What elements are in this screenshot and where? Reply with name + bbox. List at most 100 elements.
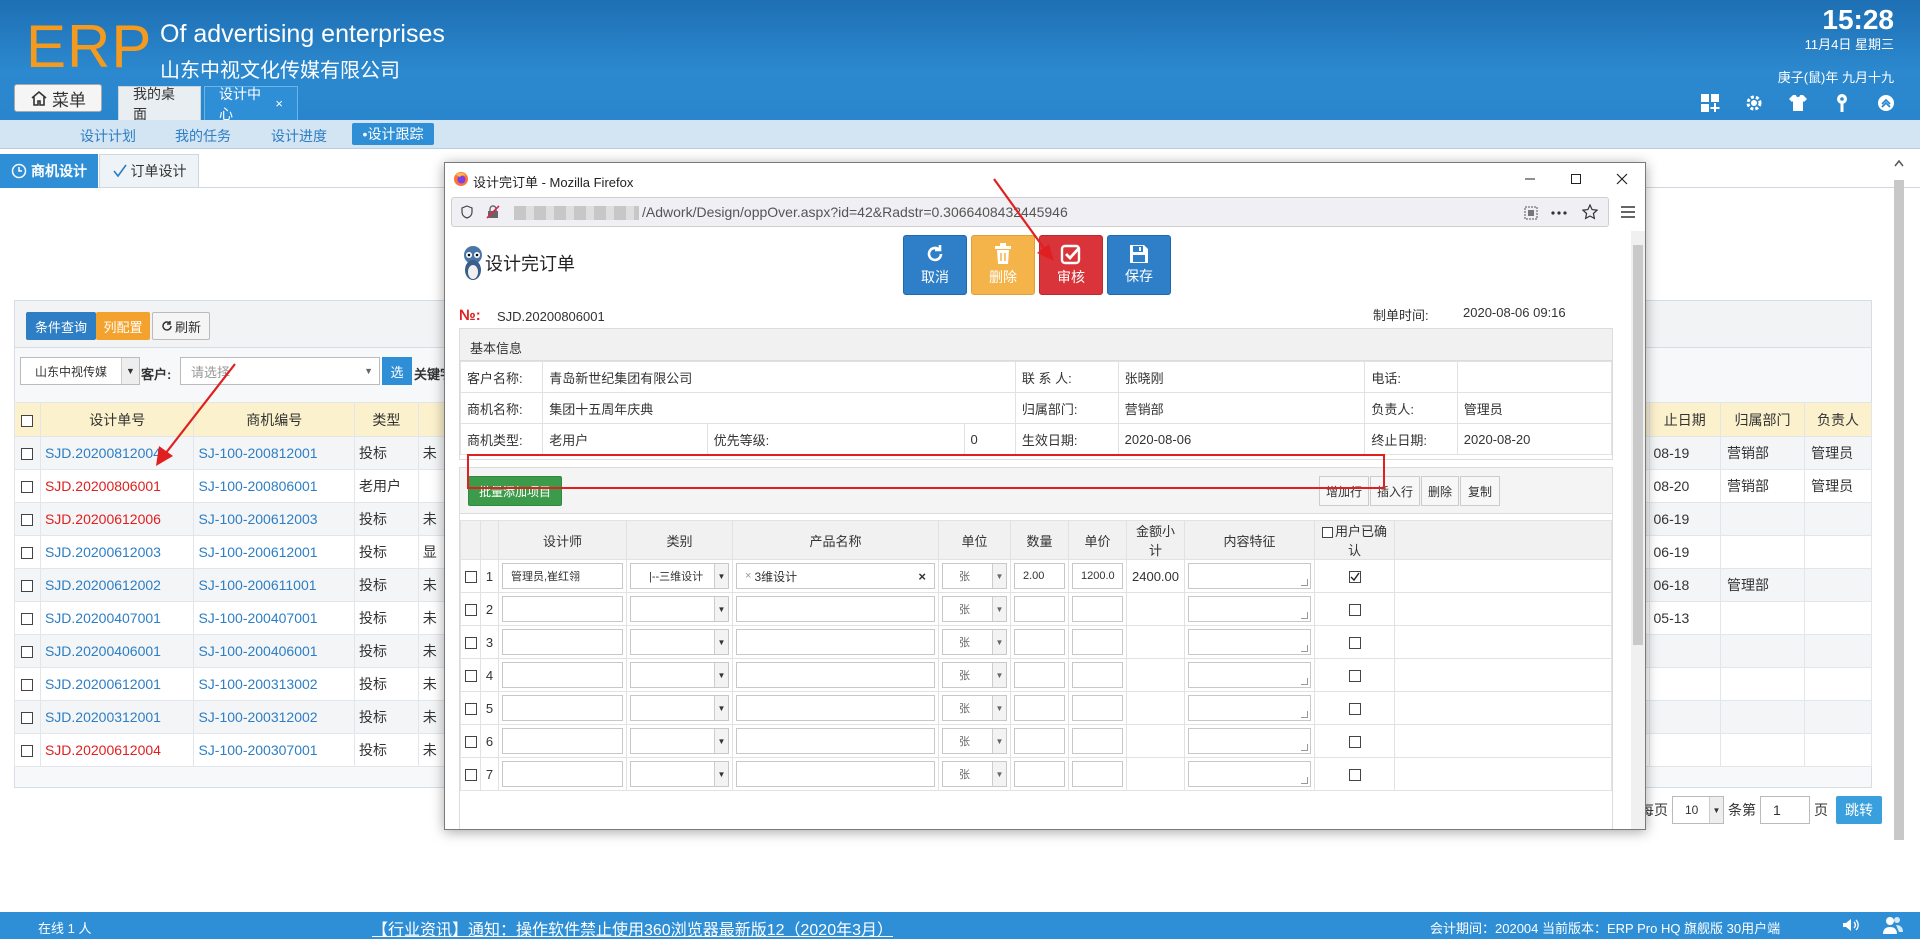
row-checkbox[interactable] xyxy=(21,580,34,593)
more-actions-icon[interactable] xyxy=(1550,206,1568,220)
opportunity-number-link[interactable]: SJ-100-200806001 xyxy=(193,469,356,503)
quantity-input[interactable] xyxy=(1014,761,1065,787)
subnav-design-tracking[interactable]: •设计跟踪 xyxy=(352,123,434,145)
unit-select[interactable]: 张 ▼ xyxy=(942,761,1007,787)
delete-button[interactable]: 删除 xyxy=(971,235,1035,295)
row-checkbox[interactable] xyxy=(21,712,34,725)
quantity-input[interactable]: 2.00 xyxy=(1014,563,1065,589)
row-checkbox[interactable] xyxy=(464,604,477,617)
dialog-scrollbar[interactable] xyxy=(1631,231,1645,829)
table-row[interactable]: 06-19 xyxy=(1637,535,1872,569)
users-icon[interactable] xyxy=(1882,915,1904,935)
price-input[interactable] xyxy=(1072,596,1123,622)
table-row[interactable] xyxy=(1637,700,1872,734)
save-button[interactable]: 保存 xyxy=(1107,235,1171,295)
designer-input[interactable]: 管理员,崔红翎 xyxy=(502,563,623,589)
unit-select[interactable]: 张 ▼ xyxy=(942,695,1007,721)
quantity-input[interactable] xyxy=(1014,662,1065,688)
price-input[interactable] xyxy=(1072,695,1123,721)
category-select[interactable]: |--三维设计 ▼ xyxy=(630,563,729,589)
design-number-link[interactable]: SJD.20200406001 xyxy=(39,634,195,668)
row-checkbox[interactable] xyxy=(21,745,34,758)
column-header[interactable]: 商机编号 xyxy=(193,402,356,437)
product-input[interactable] xyxy=(736,695,935,721)
row-checkbox[interactable] xyxy=(464,703,477,716)
design-number-link[interactable]: SJD.20200407001 xyxy=(39,601,195,635)
user-confirmed-checkbox[interactable] xyxy=(1348,604,1361,617)
unit-select[interactable]: 张 ▼ xyxy=(942,728,1007,754)
subnav-design-plan[interactable]: 设计计划 xyxy=(80,126,136,146)
window-close-button[interactable] xyxy=(1599,163,1645,195)
row-checkbox[interactable] xyxy=(464,571,477,584)
copy-row-button[interactable]: 复制 xyxy=(1460,476,1500,506)
design-number-link[interactable]: SJD.20200612003 xyxy=(39,535,195,569)
scroll-up-icon[interactable] xyxy=(1890,154,1908,172)
category-select[interactable]: ▼ xyxy=(630,728,729,754)
price-input[interactable] xyxy=(1072,728,1123,754)
speaker-icon[interactable] xyxy=(1840,915,1860,935)
product-input[interactable]: × 3维设计 × xyxy=(736,563,935,589)
unit-select[interactable]: 张 ▼ xyxy=(942,563,1007,589)
qr-code-icon[interactable] xyxy=(1524,206,1538,220)
table-row[interactable]: SJD.20200806001 SJ-100-200806001 老用户 xyxy=(14,469,447,503)
grid-row[interactable]: 6 ▼ 张 ▼ xyxy=(460,724,1612,758)
collapse-up-icon[interactable] xyxy=(1864,92,1908,114)
page-size-select[interactable]: 10 ▼ xyxy=(1672,796,1724,824)
table-row[interactable] xyxy=(1637,634,1872,668)
table-row[interactable]: SJD.20200812004 SJ-100-200812001 投标未 xyxy=(14,436,447,470)
feature-textarea[interactable] xyxy=(1188,728,1311,754)
grid-row[interactable]: 5 ▼ 张 ▼ xyxy=(460,691,1612,725)
designer-input[interactable] xyxy=(502,695,623,721)
feature-textarea[interactable] xyxy=(1188,629,1311,655)
design-number-link[interactable]: SJD.20200612004 xyxy=(39,733,195,767)
opportunity-number-link[interactable]: SJ-100-200407001 xyxy=(193,601,356,635)
delete-row-button[interactable]: 删除 xyxy=(1421,476,1459,506)
scrollbar-thumb[interactable] xyxy=(1894,180,1904,840)
row-checkbox[interactable] xyxy=(464,736,477,749)
table-row[interactable]: SJD.20200612003 SJ-100-200612001 投标显 xyxy=(14,535,447,569)
design-number-link[interactable]: SJD.20200612006 xyxy=(39,502,195,536)
feature-textarea[interactable] xyxy=(1188,563,1311,589)
design-number-link[interactable]: SJD.20200612002 xyxy=(39,568,195,602)
product-input[interactable] xyxy=(736,761,935,787)
opportunity-number-link[interactable]: SJ-100-200307001 xyxy=(193,733,356,767)
row-checkbox[interactable] xyxy=(464,637,477,650)
subnav-my-tasks[interactable]: 我的任务 xyxy=(175,126,231,146)
quantity-input[interactable] xyxy=(1014,629,1065,655)
confirm-all-checkbox[interactable] xyxy=(1321,527,1333,539)
cancel-button[interactable]: 取消 xyxy=(903,235,967,295)
category-select[interactable]: ▼ xyxy=(630,596,729,622)
unit-select[interactable]: 张 ▼ xyxy=(942,629,1007,655)
minimize-button[interactable] xyxy=(1507,163,1553,195)
row-checkbox[interactable] xyxy=(21,414,34,427)
table-row[interactable]: SJD.20200612001 SJ-100-200313002 投标未 xyxy=(14,667,447,701)
table-row[interactable]: 06-18 管理部 xyxy=(1637,568,1872,602)
gear-icon[interactable] xyxy=(1732,92,1776,114)
column-header[interactable]: 负责人 xyxy=(1804,402,1872,437)
row-checkbox[interactable] xyxy=(464,670,477,683)
opportunity-number-link[interactable]: SJ-100-200612003 xyxy=(193,502,356,536)
key-icon[interactable] xyxy=(1820,92,1864,114)
opportunity-number-link[interactable]: SJ-100-200406001 xyxy=(193,634,356,668)
table-row[interactable]: SJD.20200612004 SJ-100-200307001 投标未 xyxy=(14,733,447,767)
quantity-input[interactable] xyxy=(1014,596,1065,622)
row-checkbox[interactable] xyxy=(21,646,34,659)
column-header[interactable]: 类型 xyxy=(354,402,419,437)
row-checkbox[interactable] xyxy=(21,547,34,560)
column-header[interactable]: 设计单号 xyxy=(39,402,195,437)
opportunity-number-link[interactable]: SJ-100-200612001 xyxy=(193,535,356,569)
hamburger-menu-icon[interactable] xyxy=(1617,201,1639,223)
approve-button[interactable]: 审核 xyxy=(1039,235,1103,295)
product-input[interactable] xyxy=(736,662,935,688)
tab-design-center[interactable]: 设计中心 × xyxy=(204,86,298,122)
user-confirmed-checkbox[interactable] xyxy=(1348,670,1361,683)
row-checkbox[interactable] xyxy=(21,679,34,692)
table-row[interactable]: 06-19 xyxy=(1637,502,1872,536)
opportunity-number-link[interactable]: SJ-100-200611001 xyxy=(193,568,356,602)
table-row[interactable]: SJD.20200407001 SJ-100-200407001 投标未 xyxy=(14,601,447,635)
price-input[interactable]: 1200.0 xyxy=(1072,563,1123,589)
price-input[interactable] xyxy=(1072,629,1123,655)
table-row[interactable] xyxy=(1637,667,1872,701)
tab-order-design[interactable]: 订单设计 xyxy=(99,154,199,188)
row-checkbox[interactable] xyxy=(464,769,477,782)
